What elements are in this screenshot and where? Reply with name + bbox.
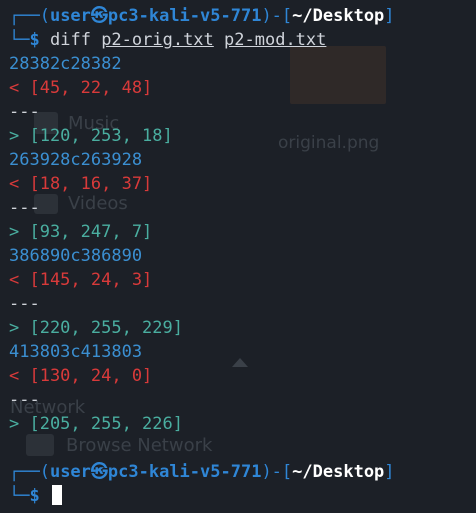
command-name: diff [49,30,91,50]
command-arg-file2[interactable]: p2-mod.txt [224,30,326,50]
command-line: └─$ diff p2-orig.txt p2-mod.txt [9,30,327,50]
diff-added-line: > [205, 255, 226] [9,414,183,434]
prompt-dollar: $ [29,30,40,50]
command-arg-file1[interactable]: p2-orig.txt [101,30,214,50]
diff-separator: --- [9,102,40,122]
prompt-header: ┌──(user㉿pc3-kali-v5-771)-[~/Desktop] [9,462,395,482]
prompt-at-symbol: ㉿ [90,462,108,482]
diff-hunk-header: 386890c386890 [9,246,143,266]
diff-added-line: > [120, 253, 18] [9,126,173,146]
diff-separator: --- [9,294,40,314]
prompt-host: pc3-kali-v5-771 [107,6,262,26]
diff-added-line: > [220, 255, 229] [9,318,183,338]
prompt-host: pc3-kali-v5-771 [107,462,262,482]
prompt-user: user [49,6,91,26]
diff-separator: --- [9,198,40,218]
diff-removed-line: < [18, 16, 37] [9,174,153,194]
prompt-user: user [49,462,91,482]
active-command-line[interactable]: └─$ [9,484,476,508]
diff-removed-line: < [45, 22, 48] [9,78,153,98]
prompt-cwd: ~/Desktop [292,462,385,482]
prompt-at-symbol: ㉿ [90,6,108,26]
diff-separator: --- [9,390,40,410]
terminal-window[interactable]: original.png Music Videos Network Browse… [0,0,476,513]
prompt-dollar: $ [29,486,40,506]
diff-removed-line: < [130, 24, 0] [9,366,153,386]
prompt-cwd: ~/Desktop [292,6,385,26]
diff-hunk-header: 28382c28382 [9,54,122,74]
diff-added-line: > [93, 247, 7] [9,222,153,242]
diff-removed-line: < [145, 24, 3] [9,270,153,290]
diff-hunk-header: 413803c413803 [9,342,143,362]
diff-hunk-header: 263928c263928 [9,150,143,170]
text-cursor [51,485,62,505]
prompt-header: ┌──(user㉿pc3-kali-v5-771)-[~/Desktop] [9,6,395,26]
terminal-content: ┌──(user㉿pc3-kali-v5-771)-[~/Desktop] └─… [9,4,476,508]
